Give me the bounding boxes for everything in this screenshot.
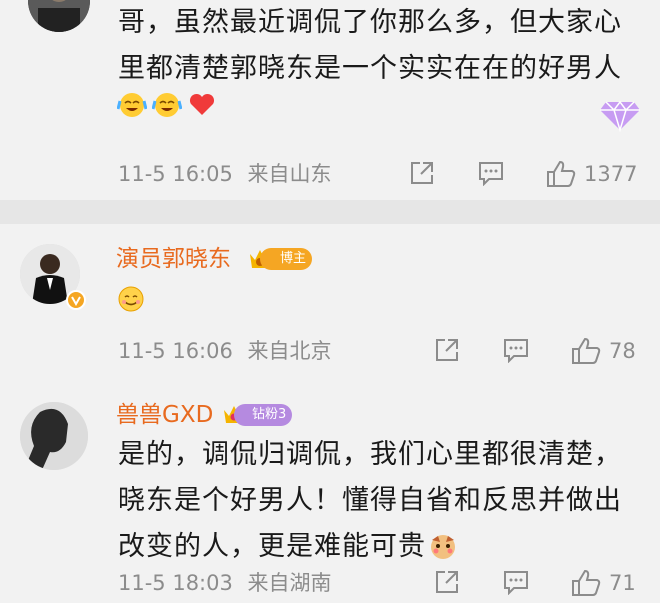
share-button[interactable]: [434, 569, 460, 595]
comment-meta: 11-5 18:03 来自湖南: [118, 569, 332, 597]
like-button[interactable]: 71: [571, 569, 636, 597]
blush-emoji: [431, 535, 455, 559]
comment-time: 11-5 16:06: [118, 339, 233, 363]
share-icon: [436, 339, 458, 361]
comment-icon: [504, 339, 528, 363]
comment-button[interactable]: [477, 160, 505, 186]
comment-button[interactable]: [502, 569, 530, 595]
diamond-icon: [600, 100, 640, 132]
comment-icon: [479, 162, 503, 186]
share-icon: [411, 162, 433, 184]
like-button[interactable]: 78: [571, 337, 636, 365]
comment-text: 是的，调侃归调侃，我们心里都很清楚， 晓东是个好男人！懂得自省和反思并做出 改变…: [118, 439, 622, 562]
share-icon: [436, 571, 458, 593]
comment-text: 哥，虽然最近调侃了你那么多，但大家心 里都清楚郭晓东是一个实实在在的好男人: [118, 7, 622, 84]
comment-button[interactable]: [502, 337, 530, 363]
comment-time: 11-5 16:05: [118, 162, 233, 186]
comment-icon: [504, 571, 528, 595]
smile-emoji: [118, 286, 144, 312]
like-count: 78: [609, 339, 636, 363]
thumbs-up-icon: [572, 337, 601, 364]
username[interactable]: 兽兽GXD: [116, 400, 213, 430]
comment-1: 哥，虽然最近调侃了你那么多，但大家心 里都清楚郭晓东是一个实实在在的好男人 11…: [0, 0, 660, 200]
laugh-cry-emoji: [117, 93, 147, 117]
verified-badge-icon: [66, 290, 86, 310]
comment-location: 来自湖南: [247, 571, 332, 595]
emoji-row: [117, 89, 217, 119]
fan-level-badge: 钻粉3: [234, 404, 293, 426]
comment-location: 来自北京: [247, 339, 332, 363]
red-heart-emoji: [190, 93, 215, 115]
avatar[interactable]: [28, 0, 90, 32]
laugh-cry-emoji: [152, 93, 183, 117]
section-divider: [0, 200, 660, 224]
comment-3: 兽兽GXD 钻粉3 是的，调侃归调侃，我们心里都很清楚， 晓东是个好男人！懂得自…: [0, 394, 660, 603]
share-button[interactable]: [409, 160, 435, 186]
thumbs-up-icon: [547, 160, 576, 187]
username[interactable]: 演员郭晓东: [116, 244, 231, 274]
thumbs-up-icon: [572, 569, 601, 596]
comment-meta: 11-5 16:06 来自北京: [118, 337, 332, 365]
like-button[interactable]: 1377: [546, 160, 637, 188]
comment-meta: 11-5 16:05 来自山东: [118, 160, 332, 188]
comment-time: 11-5 18:03: [118, 571, 233, 595]
like-count: 1377: [584, 162, 638, 186]
like-count: 71: [609, 571, 636, 595]
comment-2: 演员郭晓东 博主 11-5 16:06 来自北京 78: [0, 224, 660, 394]
comment-location: 来自山东: [247, 162, 332, 186]
avatar[interactable]: [20, 402, 88, 470]
share-button[interactable]: [434, 337, 460, 363]
host-badge: 博主: [260, 248, 313, 270]
